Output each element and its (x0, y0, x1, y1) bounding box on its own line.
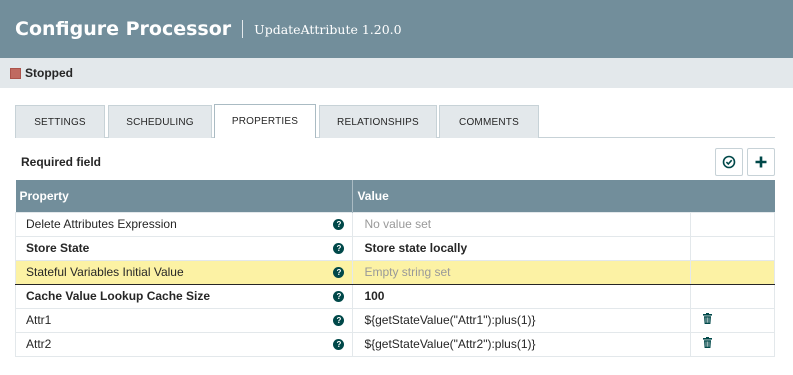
dialog-title: Configure Processor (15, 18, 232, 40)
help-icon[interactable]: ? (333, 338, 345, 350)
property-name: Attr2 (26, 337, 52, 351)
property-column-header: Property (15, 180, 353, 212)
property-name-cell: Cache Value Lookup Cache Size? (14, 283, 353, 309)
actions-cell (690, 283, 775, 309)
property-value-cell[interactable]: ${getStateValue("Attr1"):plus(1)} (352, 307, 691, 333)
required-field-label: Required field (21, 155, 102, 169)
property-value-cell[interactable]: 100 (352, 283, 691, 309)
property-value-cell[interactable]: Empty string set (352, 259, 691, 285)
verify-button[interactable] (715, 148, 743, 176)
property-name-cell: Stateful Variables Initial Value? (14, 259, 353, 285)
property-value-cell[interactable]: No value set (352, 211, 691, 237)
header-divider (242, 20, 244, 38)
table-row[interactable]: Attr2? ${getStateValue("Attr2"):plus(1)} (14, 331, 775, 357)
plus-icon (755, 156, 767, 168)
check-circle-icon (722, 155, 736, 169)
help-icon[interactable]: ? (333, 266, 345, 278)
tab-relationships[interactable]: RELATIONSHIPS (319, 105, 437, 138)
property-name-cell: Store State? (14, 235, 353, 261)
property-name: Cache Value Lookup Cache Size (26, 289, 211, 303)
add-property-button[interactable] (747, 148, 775, 176)
property-name: Delete Attributes Expression (26, 217, 177, 231)
property-name-cell: Delete Attributes Expression? (14, 211, 353, 237)
property-name: Attr1 (26, 313, 52, 327)
tab-settings[interactable]: SETTINGS (15, 105, 105, 138)
status-bar: Stopped (0, 58, 793, 88)
tab-label: RELATIONSHIPS (337, 116, 419, 128)
actions-cell (690, 307, 775, 333)
status-label: Stopped (25, 66, 73, 80)
property-name-cell: Attr1? (14, 307, 353, 333)
trash-icon[interactable] (703, 313, 713, 324)
tab-label: SETTINGS (34, 116, 86, 128)
tab-comments[interactable]: COMMENTS (439, 105, 539, 138)
property-name: Stateful Variables Initial Value (26, 265, 184, 279)
tab-bar: SETTINGS SCHEDULING PROPERTIES RELATIONS… (15, 104, 775, 138)
tab-label: SCHEDULING (126, 116, 194, 128)
table-header-row: Property Value (15, 180, 775, 212)
help-icon[interactable]: ? (333, 218, 345, 230)
property-value-cell[interactable]: Store state locally (352, 235, 691, 261)
property-name: Store State (26, 241, 90, 255)
tab-label: PROPERTIES (231, 116, 299, 127)
trash-icon[interactable] (703, 337, 713, 348)
actions-cell (690, 259, 775, 285)
actions-cell (690, 211, 775, 237)
tab-properties[interactable]: PROPERTIES (214, 104, 316, 138)
processor-type-label: UpdateAttribute 1.20.0 (254, 21, 402, 37)
help-icon[interactable]: ? (333, 290, 345, 302)
table-row[interactable]: Store State? Store state locally (14, 235, 775, 261)
dialog-header: Configure Processor UpdateAttribute 1.20… (0, 0, 793, 58)
properties-toolbar: Required field (15, 148, 777, 178)
table-row[interactable]: Cache Value Lookup Cache Size? 100 (14, 283, 775, 309)
actions-cell (690, 331, 775, 357)
table-row-selected[interactable]: Stateful Variables Initial Value? Empty … (14, 259, 775, 285)
stopped-icon (10, 67, 21, 79)
help-icon[interactable]: ? (333, 314, 345, 326)
table-row[interactable]: Delete Attributes Expression? No value s… (14, 211, 775, 237)
actions-cell (690, 235, 775, 261)
property-value-cell[interactable]: ${getStateValue("Attr2"):plus(1)} (352, 331, 691, 357)
tab-label: COMMENTS (459, 116, 519, 128)
table-row[interactable]: Attr1? ${getStateValue("Attr1"):plus(1)} (14, 307, 775, 333)
property-name-cell: Attr2? (14, 331, 353, 357)
help-icon[interactable]: ? (333, 242, 345, 254)
tab-scheduling[interactable]: SCHEDULING (108, 105, 212, 138)
properties-table: Property Value Delete Attributes Express… (14, 180, 775, 357)
value-column-header: Value (352, 180, 775, 212)
